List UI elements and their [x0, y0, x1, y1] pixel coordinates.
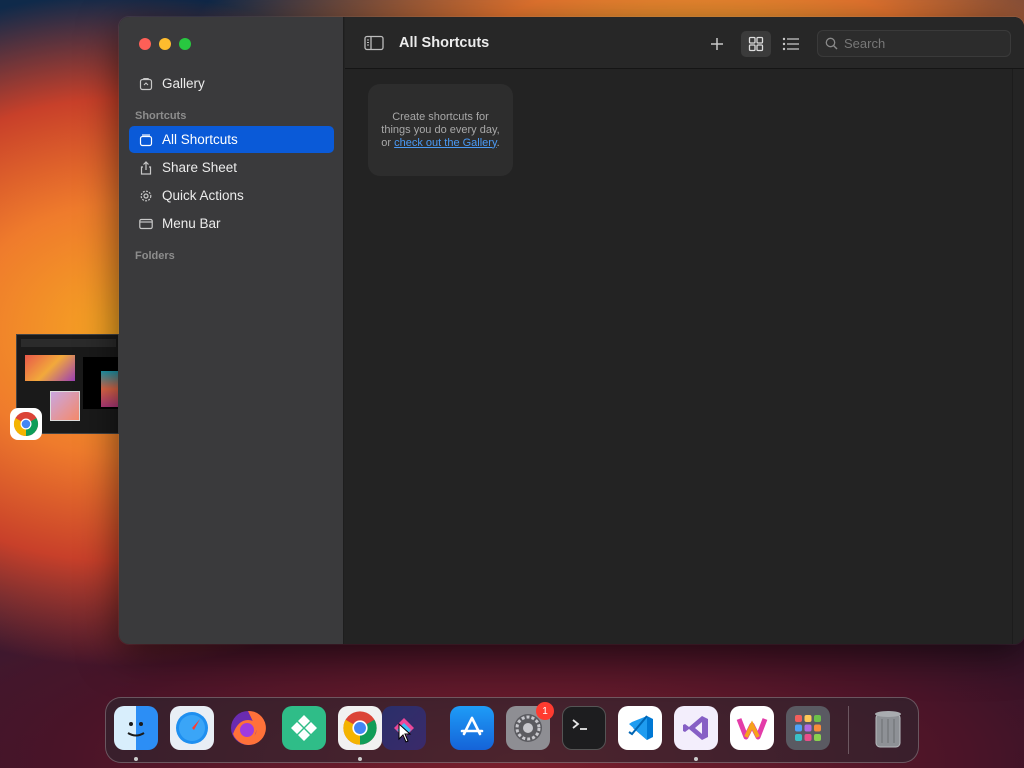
page-title: All Shortcuts [399, 35, 490, 51]
sidebar-item-quick-actions[interactable]: Quick Actions [129, 182, 334, 209]
system-settings-icon[interactable]: 1 [506, 702, 554, 750]
zoom-button[interactable] [179, 38, 191, 50]
firefox-icon[interactable] [226, 706, 270, 750]
empty-state-card: Create shortcuts for things you do every… [368, 84, 513, 176]
preview-image-1 [25, 355, 75, 381]
sidebar-item-label: Quick Actions [162, 188, 244, 203]
app-store-icon[interactable] [450, 706, 494, 750]
trash-icon[interactable] [866, 706, 910, 750]
menubar-icon [139, 217, 153, 231]
list-icon [782, 37, 799, 51]
toolbar: All Shortcuts [345, 17, 1024, 69]
plus-icon [711, 38, 723, 50]
finder-running-indicator [134, 757, 138, 761]
search-icon [825, 37, 838, 50]
list-view-button[interactable] [776, 31, 806, 57]
sidebar-item-share-sheet[interactable]: Share Sheet [129, 154, 334, 181]
gallery-icon [139, 77, 153, 91]
chrome-app-badge[interactable] [10, 408, 42, 440]
preview-image-2 [101, 371, 118, 407]
grid-view-button[interactable] [741, 31, 771, 57]
search-field[interactable] [817, 30, 1011, 57]
gear-icon [139, 189, 153, 203]
sidebar-toggle-icon [364, 35, 384, 51]
kolibri-icon[interactable] [282, 706, 326, 750]
vs-running-indicator [694, 757, 698, 761]
safari-icon[interactable] [170, 706, 214, 750]
all-shortcuts-icon [139, 133, 153, 147]
add-shortcut-button[interactable] [702, 31, 732, 57]
section-label-folders: Folders [135, 250, 175, 262]
vscode-icon[interactable] [618, 706, 662, 750]
chrome-dock-icon[interactable] [338, 706, 382, 750]
sidebar-item-label: All Shortcuts [162, 132, 238, 147]
sidebar-item-gallery[interactable]: Gallery [129, 70, 334, 97]
launchpad-icon[interactable] [786, 706, 830, 750]
chrome-icon [13, 411, 39, 436]
search-input[interactable] [844, 36, 994, 51]
sidebar-item-label: Gallery [162, 76, 205, 91]
finder-icon[interactable] [114, 706, 158, 750]
dock: 1 [105, 697, 919, 763]
preview-image-3 [50, 391, 80, 421]
gallery-link[interactable]: check out the Gallery [394, 137, 497, 149]
sidebar-item-menu-bar[interactable]: Menu Bar [129, 210, 334, 237]
preview-titlebar [21, 339, 116, 347]
empty-state-suffix: . [496, 136, 500, 149]
close-button[interactable] [139, 38, 151, 50]
section-label-shortcuts: Shortcuts [135, 110, 187, 122]
sidebar-item-all-shortcuts[interactable]: All Shortcuts [129, 126, 334, 153]
visual-studio-icon[interactable] [674, 706, 718, 750]
sidebar-toggle-button[interactable] [364, 35, 384, 51]
main-content: All Shortcuts Create shortcuts for thing… [345, 17, 1024, 644]
scrollbar-track[interactable] [1012, 69, 1024, 644]
mouse-cursor-icon [398, 723, 412, 743]
chrome-running-indicator [358, 757, 362, 761]
sidebar-item-label: Menu Bar [162, 216, 221, 231]
minimize-button[interactable] [159, 38, 171, 50]
sidebar: Gallery Shortcuts All Shortcuts Share Sh… [119, 17, 344, 644]
dock-separator [848, 706, 849, 754]
empty-state-message: Create shortcuts for things you do every… [380, 111, 501, 150]
notification-badge: 1 [536, 702, 554, 720]
shortcuts-window: Gallery Shortcuts All Shortcuts Share Sh… [119, 17, 1024, 644]
sidebar-item-label: Share Sheet [162, 160, 238, 175]
window-controls [139, 38, 191, 50]
sketchbook-icon[interactable] [730, 706, 774, 750]
share-icon [139, 160, 153, 175]
grid-icon [748, 36, 764, 52]
terminal-icon[interactable] [562, 706, 606, 750]
